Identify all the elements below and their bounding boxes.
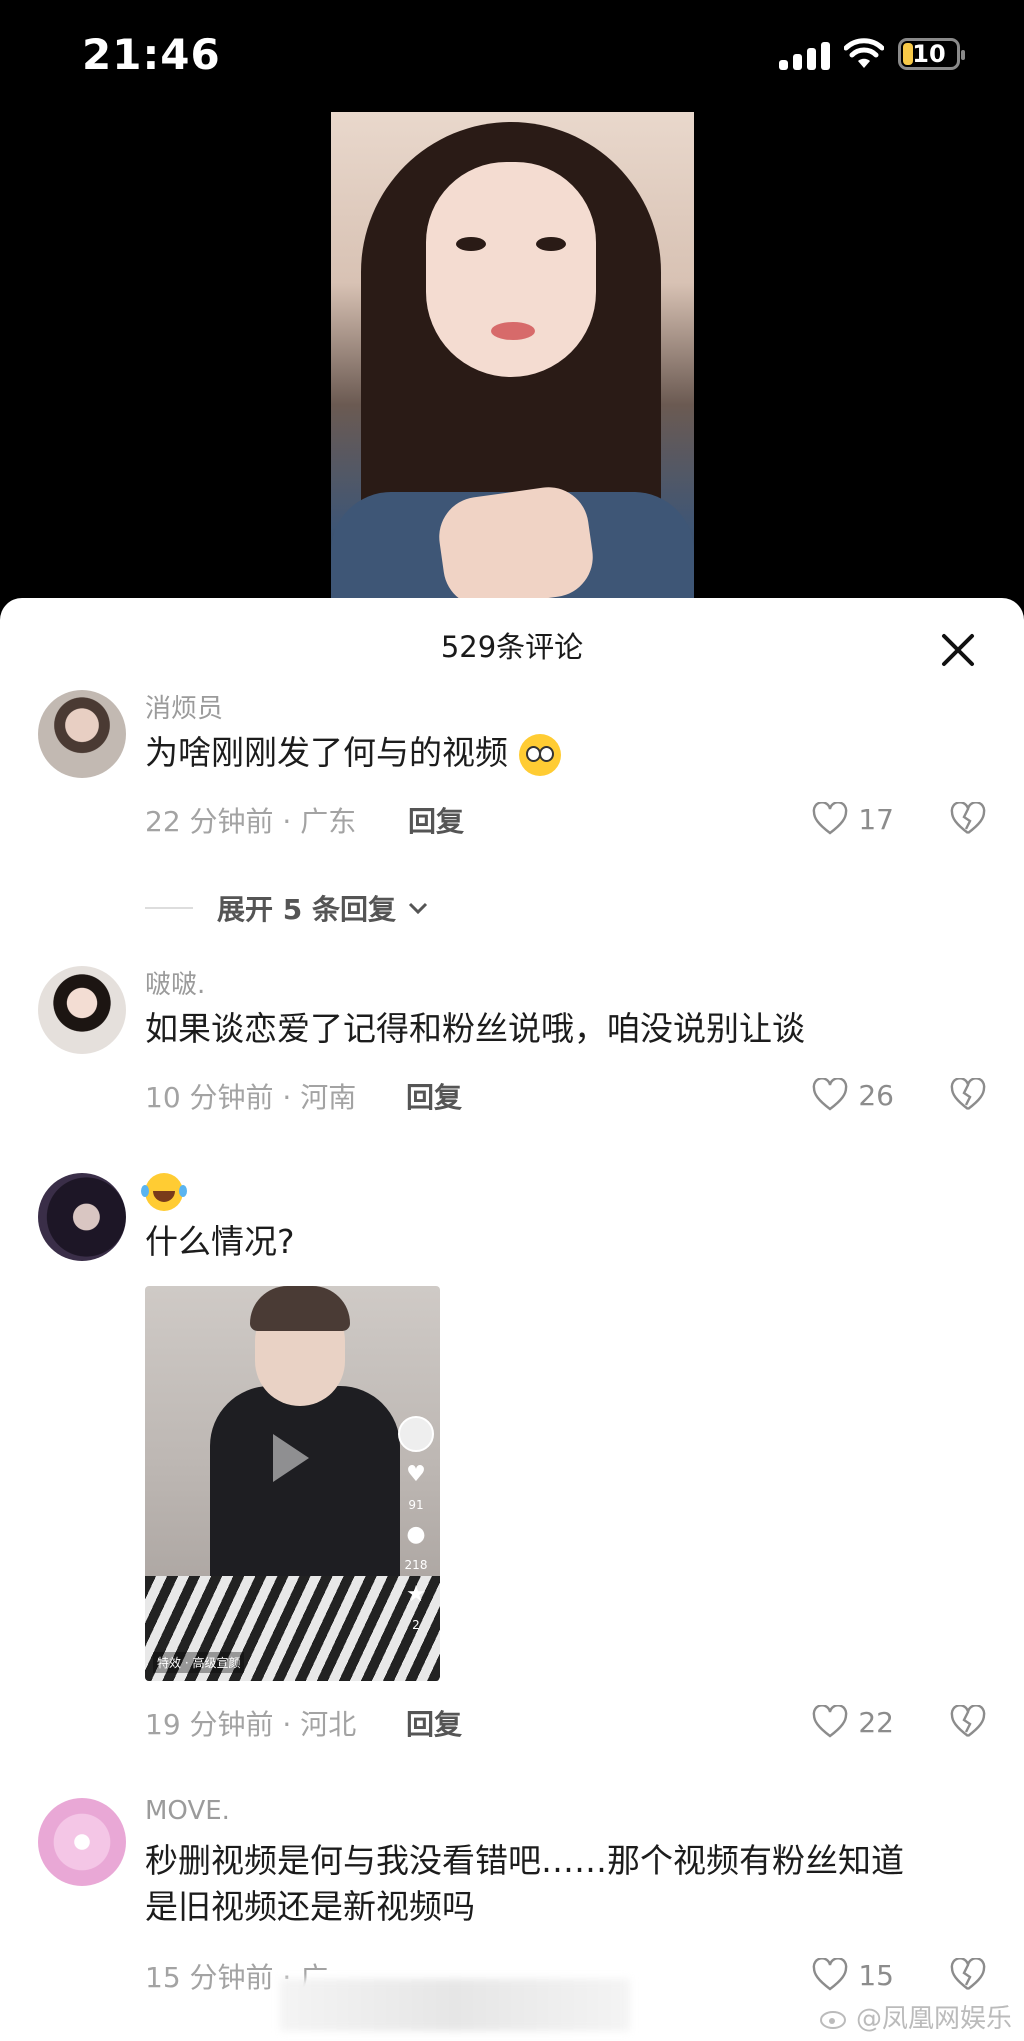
user-emoji (141, 1173, 183, 1215)
heart-icon (813, 802, 848, 835)
watermark-text: @凤凰网娱乐 (855, 2004, 1012, 2034)
comment-username[interactable]: 消烦员 (145, 688, 223, 725)
comment-count-title: 529条评论 (440, 630, 584, 664)
battery-level: 10 (912, 40, 946, 68)
dislike-button[interactable] (950, 1704, 986, 1743)
heart-icon (813, 1958, 848, 1991)
heart-icon: ♥ (406, 1462, 426, 1487)
wifi-icon (844, 38, 884, 68)
dislike-button[interactable] (950, 801, 986, 840)
comment-text: 为啥刚刚发了何与的视频 (145, 730, 975, 776)
flushed-face-emoji-icon (518, 733, 561, 776)
comment-text: 如果谈恋爱了记得和粉丝说哦，咱没说别让谈 (145, 1009, 805, 1048)
like-count: 17 (858, 802, 894, 836)
creator-avatar (398, 1416, 434, 1452)
heart-icon (813, 1078, 848, 1111)
like-button[interactable]: 26 (812, 1078, 894, 1112)
comment-icon: ● (406, 1522, 426, 1547)
close-icon (942, 634, 974, 666)
like-button[interactable]: 22 (812, 1705, 894, 1739)
comment-text: 秒删视频是何与我没看错吧……那个视频有粉丝知道 是旧视频还是新视频吗 (145, 1838, 975, 1930)
thumb-effect-tag: 特效 · 高级宣颜 (153, 1652, 245, 1673)
reply-button[interactable]: 回复 (408, 800, 464, 840)
comment-time-location: 22 分钟前 · 广东 (145, 805, 357, 838)
broken-heart-icon (950, 1957, 986, 1990)
heart-icon (813, 1705, 848, 1738)
status-time: 21:46 (82, 30, 221, 79)
cellular-signal-icon (779, 38, 830, 70)
blurred-overlay (280, 1979, 630, 2031)
play-icon (273, 1434, 309, 1482)
avatar[interactable] (38, 1173, 126, 1261)
broken-heart-icon (950, 1077, 986, 1110)
status-bar: 21:46 10 (0, 0, 1024, 110)
thumb-like-count: 91 (408, 1498, 424, 1512)
watermark: @凤凰网娱乐 (819, 1998, 1012, 2035)
reply-button[interactable]: 回复 (406, 1076, 462, 1116)
comment-sheet: 529条评论 消烦员 为啥刚刚发了何与的视频 22 分钟前 · 广东 回复 17… (0, 598, 1024, 2041)
expand-replies-button[interactable]: 展开 5 条回复 (145, 888, 430, 928)
comment-text-line: 秒删视频是何与我没看错吧……那个视频有粉丝知道 (145, 1841, 904, 1880)
dislike-button[interactable] (950, 1957, 986, 1996)
like-count: 15 (858, 1958, 894, 1992)
thumb-comment-count: 218 (404, 1558, 428, 1572)
comment-time-location: 19 分钟前 · 河北 (145, 1708, 357, 1741)
comment-video-thumbnail[interactable]: ♥ 91 ● 218 ★ 2 特效 · 高级宣颜 (145, 1286, 440, 1681)
avatar[interactable] (38, 1798, 126, 1886)
comment-username[interactable]: 啵啵. (145, 964, 205, 1001)
like-count: 26 (858, 1078, 894, 1112)
comment-username[interactable]: MOVE. (145, 1796, 230, 1826)
comment-text-line: 是旧视频还是新视频吗 (145, 1887, 475, 1926)
comment-text-content: 为啥刚刚发了何与的视频 (145, 733, 508, 772)
broken-heart-icon (950, 1704, 986, 1737)
star-icon: ★ (406, 1582, 426, 1607)
avatar[interactable] (38, 966, 126, 1054)
reply-button[interactable]: 回复 (406, 1703, 462, 1743)
laughing-tears-emoji-icon (141, 1173, 183, 1211)
weibo-logo-icon (819, 2010, 846, 2029)
battery-icon: 10 (898, 38, 965, 70)
comment-time-location: 10 分钟前 · 河南 (145, 1081, 357, 1114)
close-button[interactable] (928, 620, 988, 680)
dislike-button[interactable] (950, 1077, 986, 1116)
broken-heart-icon (950, 801, 986, 834)
expand-replies-label: 展开 5 条回复 (217, 893, 396, 926)
video-player[interactable] (331, 112, 694, 600)
status-icons: 10 (779, 38, 965, 70)
chevron-down-icon (408, 902, 428, 915)
thumb-star-count: 2 (412, 1618, 420, 1632)
like-button[interactable]: 15 (812, 1958, 894, 1992)
comment-text: 什么情况? (145, 1222, 295, 1261)
thumbnail-side-actions: ♥ 91 ● 218 ★ 2 (396, 1416, 436, 1632)
like-button[interactable]: 17 (812, 802, 894, 836)
like-count: 22 (858, 1705, 894, 1739)
avatar[interactable] (38, 690, 126, 778)
